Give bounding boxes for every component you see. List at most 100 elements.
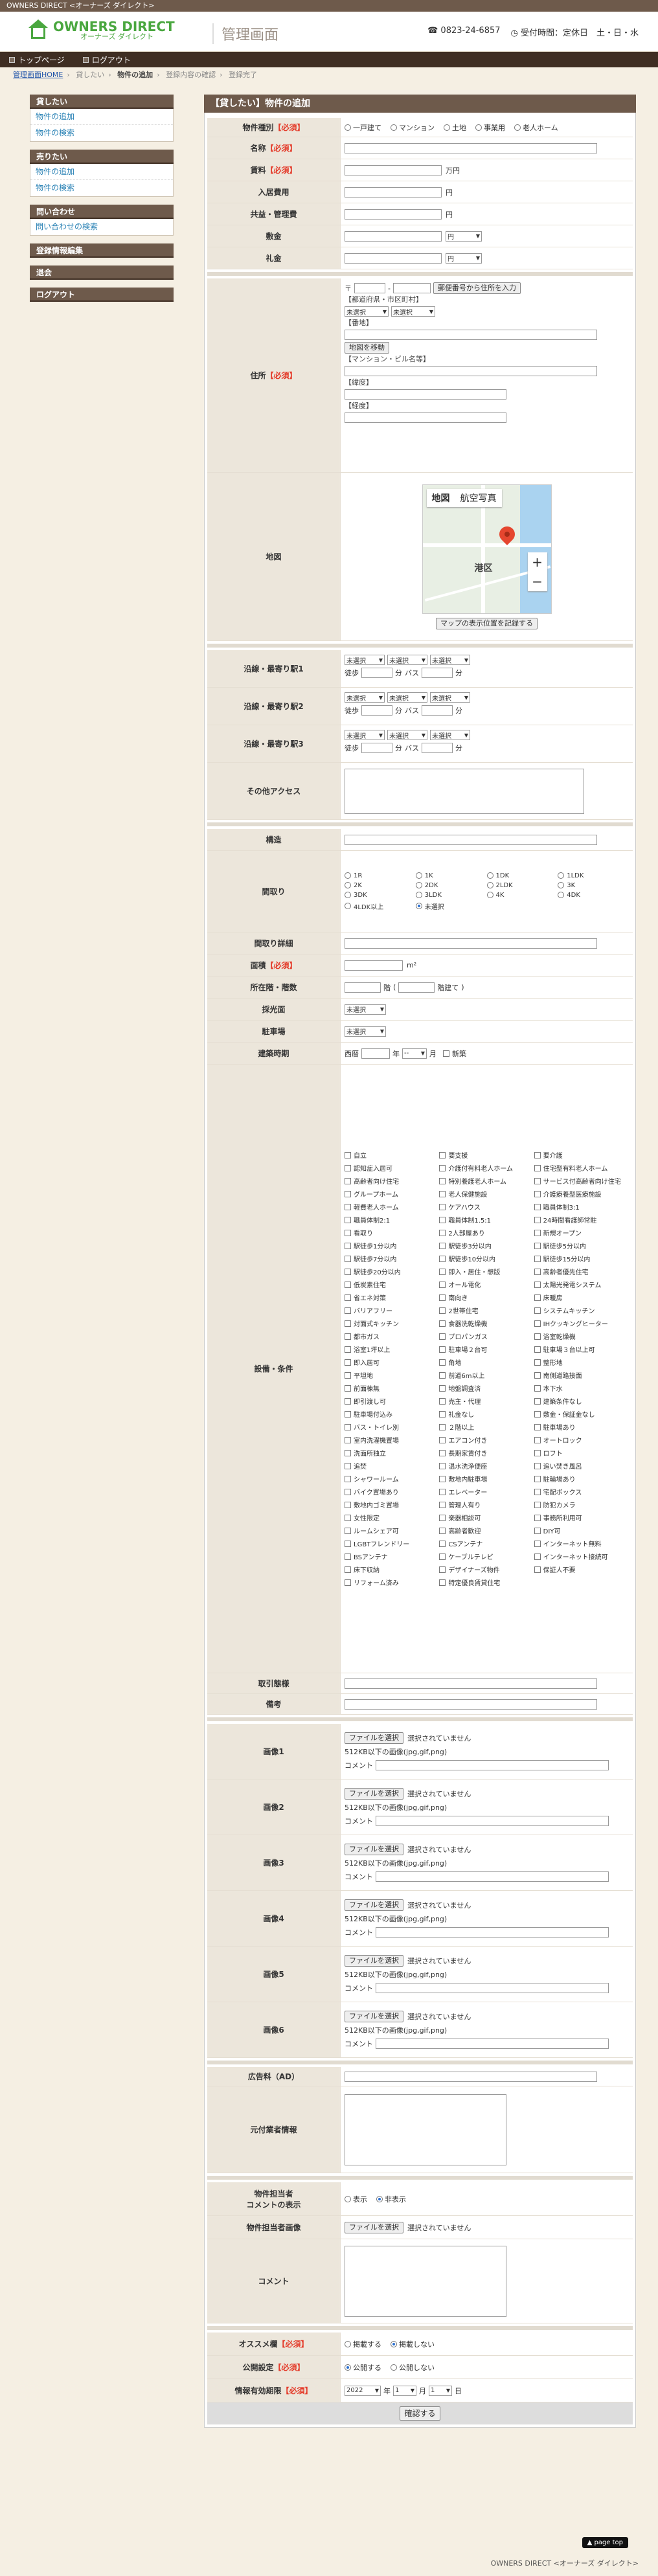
checkbox-icon[interactable] [534,1540,541,1547]
facility-checkbox-61[interactable]: 礼金なし [439,1409,534,1419]
checkbox-icon[interactable] [439,1527,446,1534]
checkbox-icon[interactable] [534,1514,541,1521]
checkbox-icon[interactable] [439,1372,446,1379]
facility-checkbox-23[interactable]: 駅徒歩5分以内 [534,1241,629,1250]
checkbox-icon[interactable] [345,1190,351,1197]
image1-comment-input[interactable] [376,1759,609,1770]
structure-input[interactable] [345,834,597,845]
facility-checkbox-54[interactable]: 前面棟無 [345,1383,439,1393]
facility-checkbox-49[interactable]: 角地 [439,1357,534,1367]
checkbox-icon[interactable] [534,1475,541,1482]
checkbox-icon[interactable] [534,1281,541,1288]
image5-comment-input[interactable] [376,1982,609,1993]
checkbox-icon[interactable] [439,1566,446,1573]
zip2-input[interactable] [392,283,431,293]
note-input[interactable] [345,1699,597,1710]
facility-checkbox-78[interactable]: バイク置場あり [345,1487,439,1497]
facility-checkbox-87[interactable]: ルームシェア可 [345,1526,439,1535]
radio-recommend-off[interactable]: 掲載しない [391,2339,435,2349]
page-top-button[interactable]: ▲ page top [582,2537,628,2548]
facility-checkbox-33[interactable]: 省エネ対策 [345,1293,439,1302]
checkbox-icon[interactable] [534,1410,541,1418]
line3-select-3[interactable]: 未選択 ▼ [430,730,470,740]
checkbox-icon[interactable] [534,1527,541,1534]
facility-checkbox-34[interactable]: 南向き [439,1293,534,1302]
checkbox-icon[interactable] [534,1333,541,1340]
checkbox-icon[interactable] [439,1540,446,1547]
radio-layout-0[interactable]: 1R [345,872,416,879]
facility-checkbox-17[interactable]: 24時間看護師常駐 [534,1215,629,1225]
radio-type-4[interactable]: 老人ホーム [514,122,558,133]
facility-checkbox-12[interactable]: 軽費老人ホーム [345,1202,439,1212]
checkbox-icon[interactable] [439,1488,446,1495]
latitude-input[interactable] [345,389,506,400]
image5-file-button[interactable]: ファイルを選択 [345,1954,403,1967]
checkbox-icon[interactable] [439,1294,446,1301]
facility-checkbox-27[interactable]: 駅徒歩20分以内 [345,1267,439,1276]
checkbox-icon[interactable] [439,1346,446,1353]
radio-layout-2[interactable]: 1DK [486,872,558,879]
total-floor-input[interactable] [398,982,435,993]
checkbox-icon[interactable] [439,1229,446,1236]
name-input[interactable] [345,142,597,153]
expire-month-select[interactable]: 1 ▼ [393,2385,416,2396]
key-money-input[interactable] [345,253,442,264]
facility-checkbox-47[interactable]: 駐車場３台以上可 [534,1344,629,1354]
facility-checkbox-41[interactable]: IHクッキングヒーター [534,1318,629,1328]
checkbox-icon[interactable] [534,1242,541,1249]
deposit-input[interactable] [345,231,442,242]
radio-layout-6[interactable]: 2LDK [486,882,558,889]
facility-checkbox-84[interactable]: 女性限定 [345,1513,439,1522]
image1-file-button[interactable]: ファイルを選択 [345,1732,403,1744]
checkbox-icon[interactable] [345,1320,351,1327]
facility-checkbox-58[interactable]: 売主・代理 [439,1396,534,1406]
facility-checkbox-68[interactable]: オートロック [534,1435,629,1445]
floor-input[interactable] [345,982,381,993]
checkbox-icon[interactable] [534,1553,541,1560]
facility-checkbox-44[interactable]: 浴室乾燥機 [534,1331,629,1341]
checkbox-icon[interactable] [345,1566,351,1573]
facility-checkbox-9[interactable]: グループホーム [345,1189,439,1199]
radio-layout-4[interactable]: 2K [345,882,416,889]
checkbox-icon[interactable] [534,1449,541,1456]
facility-checkbox-52[interactable]: 前道6m以上 [439,1370,534,1380]
sidebar-item-logout[interactable]: ログアウト [30,288,174,302]
move-fee-input[interactable] [345,186,442,198]
facility-checkbox-16[interactable]: 職員体制1.5:1 [439,1215,534,1225]
facility-checkbox-93[interactable]: BSアンテナ [345,1552,439,1561]
facility-checkbox-5[interactable]: 住宅型有料老人ホーム [534,1163,629,1173]
checkbox-icon[interactable] [534,1203,541,1210]
checkbox-icon[interactable] [534,1566,541,1573]
checkbox-icon[interactable] [534,1229,541,1236]
facility-checkbox-74[interactable]: 追い焚き風呂 [534,1461,629,1471]
deal-input[interactable] [345,1678,597,1689]
facility-checkbox-13[interactable]: ケアハウス [439,1202,534,1212]
facility-checkbox-8[interactable]: サービス付高齢者向け住宅 [534,1176,629,1186]
sidebar-item-sell-add[interactable]: 物件の追加 [30,164,173,180]
expire-day-select[interactable]: 1 ▼ [429,2385,452,2396]
zip-lookup-button[interactable]: 郵便番号から住所を入力 [433,282,521,294]
map-zoom-control[interactable]: + − [527,552,547,591]
image6-file-button[interactable]: ファイルを選択 [345,2010,403,2022]
checkbox-icon[interactable] [439,1514,446,1521]
facility-checkbox-60[interactable]: 駐車場付込み [345,1409,439,1419]
checkbox-icon[interactable] [345,1216,351,1223]
facility-checkbox-15[interactable]: 職員体制2:1 [345,1215,439,1225]
checkbox-icon[interactable] [439,1410,446,1418]
checkbox-icon[interactable] [439,1553,446,1560]
line1-bus-input[interactable] [422,668,453,678]
checkbox-icon[interactable] [534,1164,541,1171]
checkbox-icon[interactable] [345,1164,351,1171]
facility-checkbox-45[interactable]: 浴室1坪以上 [345,1344,439,1354]
facility-checkbox-97[interactable]: デザイナーズ物件 [439,1565,534,1574]
checkbox-icon[interactable] [534,1177,541,1184]
checkbox-icon[interactable] [439,1436,446,1443]
checkbox-icon[interactable] [345,1436,351,1443]
facility-checkbox-59[interactable]: 建築条件なし [534,1396,629,1406]
checkbox-icon[interactable] [439,1203,446,1210]
other-access-textarea[interactable] [345,768,584,814]
checkbox-icon[interactable] [534,1255,541,1262]
checkbox-icon[interactable] [345,1294,351,1301]
radio-layout-7[interactable]: 3K [558,882,629,889]
radio-type-2[interactable]: 土地 [444,122,466,133]
